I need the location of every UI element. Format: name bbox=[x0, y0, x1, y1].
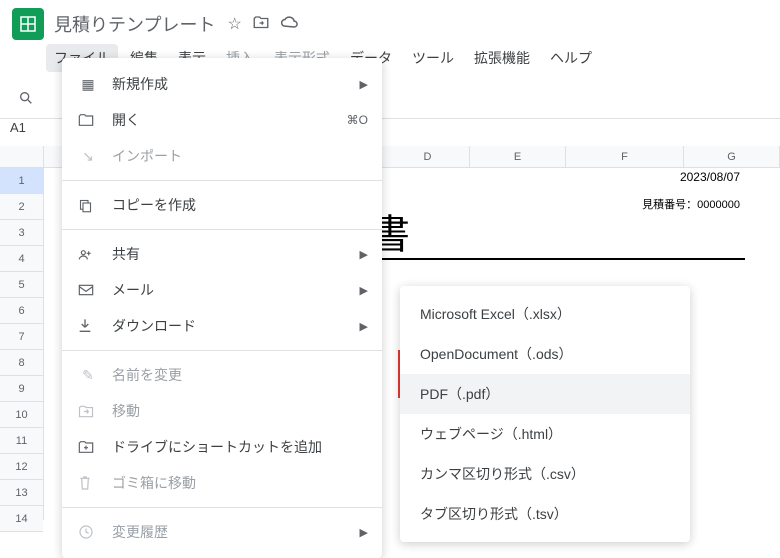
name-box[interactable]: A1 bbox=[10, 120, 26, 135]
menu-extensions[interactable]: 拡張機能 bbox=[466, 44, 538, 72]
menu-item-label: コピーを作成 bbox=[112, 195, 196, 215]
chevron-right-icon: ▶ bbox=[360, 78, 368, 91]
menu-item-version-history[interactable]: 変更履歴 ▶ bbox=[62, 514, 382, 550]
row-header-4[interactable]: 4 bbox=[0, 246, 43, 272]
menu-item-label: インポート bbox=[112, 146, 182, 166]
menu-item-label: ゴミ箱に移動 bbox=[112, 473, 196, 493]
row-header-12[interactable]: 12 bbox=[0, 454, 43, 480]
menu-item-open[interactable]: 開く ⌘O bbox=[62, 102, 382, 138]
menu-item-add-shortcut[interactable]: ドライブにショートカットを追加 bbox=[62, 429, 382, 465]
menu-item-label: 新規作成 bbox=[112, 74, 168, 94]
chevron-right-icon: ▶ bbox=[360, 284, 368, 297]
import-icon: ↘ bbox=[78, 148, 98, 165]
row-header-7[interactable]: 7 bbox=[0, 324, 43, 350]
history-icon bbox=[78, 524, 98, 540]
copy-icon bbox=[78, 198, 98, 213]
menu-item-label: 移動 bbox=[112, 401, 140, 421]
submenu-item-ods[interactable]: OpenDocument（.ods） bbox=[400, 334, 690, 374]
menu-separator bbox=[62, 180, 382, 181]
menu-separator bbox=[62, 507, 382, 508]
row-header-8[interactable]: 8 bbox=[0, 350, 43, 376]
menu-item-rename[interactable]: ✎ 名前を変更 bbox=[62, 357, 382, 393]
menu-item-download[interactable]: ダウンロード ▶ bbox=[62, 308, 382, 344]
menu-separator bbox=[62, 350, 382, 351]
move-folder-icon[interactable] bbox=[252, 14, 270, 34]
pencil-icon: ✎ bbox=[78, 367, 98, 384]
menu-help[interactable]: ヘルプ bbox=[542, 44, 600, 72]
row-header-11[interactable]: 11 bbox=[0, 428, 43, 454]
row-header-3[interactable]: 3 bbox=[0, 220, 43, 246]
row-header-1[interactable]: 1 bbox=[0, 168, 43, 194]
share-icon bbox=[78, 247, 98, 261]
menu-tools[interactable]: ツール bbox=[404, 44, 462, 72]
folder-icon bbox=[78, 113, 98, 127]
row-header-6[interactable]: 6 bbox=[0, 298, 43, 324]
document-title[interactable]: 見積りテンプレート bbox=[54, 11, 215, 37]
submenu-item-tsv[interactable]: タブ区切り形式（.tsv） bbox=[400, 494, 690, 534]
shortcut-label: ⌘O bbox=[347, 113, 368, 127]
search-icon[interactable] bbox=[12, 84, 40, 112]
menu-item-new[interactable]: ▦ 新規作成 ▶ bbox=[62, 66, 382, 102]
submenu-item-html[interactable]: ウェブページ（.html） bbox=[400, 414, 690, 454]
menu-item-move[interactable]: 移動 bbox=[62, 393, 382, 429]
menu-item-label: 名前を変更 bbox=[112, 365, 182, 385]
menu-item-email[interactable]: メール ▶ bbox=[62, 272, 382, 308]
menu-item-trash[interactable]: ゴミ箱に移動 bbox=[62, 465, 382, 501]
submenu-item-csv[interactable]: カンマ区切り形式（.csv） bbox=[400, 454, 690, 494]
menu-item-label: 変更履歴 bbox=[112, 522, 168, 542]
shortcut-icon bbox=[78, 440, 98, 454]
star-icon[interactable]: ☆ bbox=[227, 14, 241, 34]
mail-icon bbox=[78, 284, 98, 296]
file-menu-dropdown: ▦ 新規作成 ▶ 開く ⌘O ↘ インポート コピーを作成 共有 ▶ メール ▶ bbox=[62, 58, 382, 558]
title-area: 見積りテンプレート ☆ bbox=[54, 11, 300, 37]
row-header-5[interactable]: 5 bbox=[0, 272, 43, 298]
menu-item-label: ドライブにショートカットを追加 bbox=[112, 437, 322, 457]
download-icon bbox=[78, 318, 98, 334]
new-icon: ▦ bbox=[78, 76, 98, 93]
row-headers: 1234567891011121314 bbox=[0, 146, 44, 520]
move-icon bbox=[78, 405, 98, 418]
row-header-14[interactable]: 14 bbox=[0, 506, 43, 532]
menu-item-label: 共有 bbox=[112, 244, 140, 264]
cloud-icon[interactable] bbox=[280, 14, 300, 34]
cell-date: 2023/08/07 bbox=[680, 170, 740, 184]
menu-item-share[interactable]: 共有 ▶ bbox=[62, 236, 382, 272]
menu-separator bbox=[62, 229, 382, 230]
submenu-item-pdf[interactable]: PDF（.pdf） bbox=[400, 374, 690, 414]
trash-icon bbox=[78, 475, 98, 491]
menu-item-import[interactable]: ↘ インポート bbox=[62, 138, 382, 174]
row-header-9[interactable]: 9 bbox=[0, 376, 43, 402]
chevron-right-icon: ▶ bbox=[360, 320, 368, 333]
menu-item-copy[interactable]: コピーを作成 bbox=[62, 187, 382, 223]
row-header-13[interactable]: 13 bbox=[0, 480, 43, 506]
menu-item-label: メール bbox=[112, 280, 154, 300]
cell-quote-number: 見積番号：0000000 bbox=[642, 196, 740, 212]
row-header-10[interactable]: 10 bbox=[0, 402, 43, 428]
chevron-right-icon: ▶ bbox=[360, 526, 368, 539]
submenu-item-xlsx[interactable]: Microsoft Excel（.xlsx） bbox=[400, 294, 690, 334]
app-header: 見積りテンプレート ☆ bbox=[0, 0, 780, 44]
menu-item-label: 開く bbox=[112, 110, 140, 130]
row-header-2[interactable]: 2 bbox=[0, 194, 43, 220]
menu-item-label: ダウンロード bbox=[112, 316, 196, 336]
download-submenu: Microsoft Excel（.xlsx） OpenDocument（.ods… bbox=[400, 286, 690, 542]
heading-underline bbox=[365, 258, 745, 260]
sheets-logo bbox=[12, 8, 44, 40]
chevron-right-icon: ▶ bbox=[360, 248, 368, 261]
